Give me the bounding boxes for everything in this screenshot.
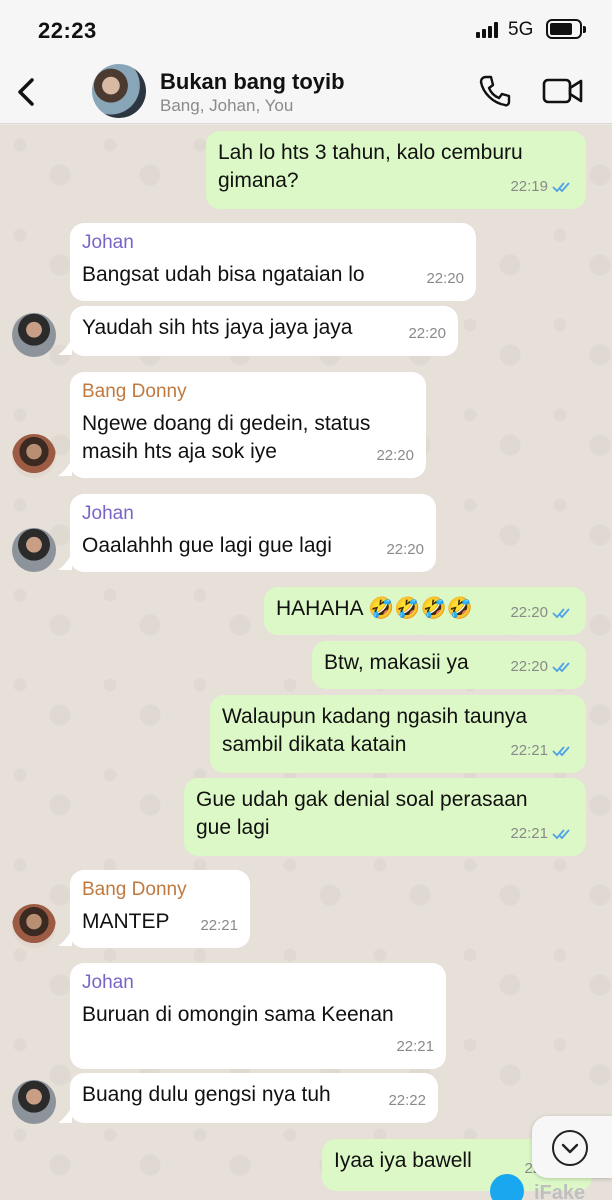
message-time: 22:21 [396, 1038, 434, 1055]
chevron-down-icon [552, 1130, 588, 1166]
watermark-text: iFake [534, 1182, 586, 1200]
chat-members[interactable]: Bang, Johan, You [160, 96, 293, 116]
message-text: Buruan di omongin sama Keenan [82, 1003, 394, 1026]
battery-icon [546, 19, 586, 39]
sender-name: Johan [82, 972, 134, 993]
message-meta: 22:21 [510, 820, 574, 848]
message-text: Ngewe doang di gedein, status masih hts … [82, 412, 371, 463]
message-meta: 22:20 [386, 536, 424, 564]
read-ticks-icon [552, 182, 570, 193]
message-time: 22:20 [510, 658, 548, 675]
scroll-to-bottom-button[interactable] [532, 1116, 612, 1178]
watermark: iFake [486, 1170, 612, 1200]
group-avatar[interactable] [92, 64, 146, 118]
read-ticks-icon [552, 829, 570, 840]
message-outgoing[interactable]: Lah lo hts 3 tahun, kalo cemburu gimana?… [206, 131, 586, 209]
message-meta: 22:22 [388, 1087, 426, 1115]
message-list[interactable]: Lah lo hts 3 tahun, kalo cemburu gimana?… [0, 125, 612, 1200]
message-time: 22:20 [510, 604, 548, 621]
message-text: Buang dulu gengsi nya tuh [82, 1083, 331, 1106]
message-incoming[interactable]: Johan Bangsat udah bisa ngataian lo 22:2… [70, 223, 476, 301]
sender-name: Bang Donny [82, 879, 187, 900]
message-meta: 22:21 [396, 1033, 434, 1061]
message-time: 22:21 [200, 917, 238, 934]
sender-name: Johan [82, 232, 134, 253]
chat-header: Bukan bang toyib Bang, Johan, You [0, 60, 612, 124]
message-time: 22:20 [376, 447, 414, 464]
sender-name: Johan [82, 503, 134, 524]
message-time: 22:21 [510, 742, 548, 759]
message-meta: 22:21 [200, 912, 238, 940]
message-time: 22:20 [408, 325, 446, 342]
avatar[interactable] [12, 904, 56, 948]
message-meta: 22:20 [376, 442, 414, 470]
message-outgoing[interactable]: Gue udah gak denial soal perasaan gue la… [184, 778, 586, 856]
watermark-logo-icon [490, 1174, 524, 1200]
message-incoming[interactable]: Buang dulu gengsi nya tuh 22:22 [70, 1073, 438, 1123]
message-meta: 22:20 [510, 599, 574, 627]
message-meta: 22:19 [510, 173, 574, 201]
message-meta: 22:21 [510, 737, 574, 765]
message-text: Oaalahhh gue lagi gue lagi [82, 534, 332, 557]
voice-call-button[interactable] [478, 74, 512, 108]
avatar[interactable] [12, 1080, 56, 1124]
message-incoming[interactable]: Bang Donny MANTEP 22:21 [70, 870, 250, 948]
message-time: 22:21 [510, 825, 548, 842]
chevron-left-icon [18, 78, 34, 106]
back-button[interactable] [12, 72, 42, 112]
sender-name: Bang Donny [82, 381, 187, 402]
message-outgoing[interactable]: Walaupun kadang ngasih taunya sambil dik… [210, 695, 586, 773]
message-incoming[interactable]: Yaudah sih hts jaya jaya jaya 22:20 [70, 306, 458, 356]
message-meta: 22:20 [510, 653, 574, 681]
message-time: 22:19 [510, 178, 548, 195]
chat-title[interactable]: Bukan bang toyib [160, 69, 345, 95]
message-incoming[interactable]: Johan Oaalahhh gue lagi gue lagi 22:20 [70, 494, 436, 572]
status-bar: 22:23 5G [0, 0, 612, 60]
network-type: 5G [508, 19, 534, 40]
avatar[interactable] [12, 313, 56, 357]
message-incoming[interactable]: Bang Donny Ngewe doang di gedein, status… [70, 372, 426, 478]
status-time: 22:23 [38, 18, 97, 43]
message-outgoing[interactable]: Btw, makasii ya 22:20 [312, 641, 586, 689]
signal-icon [476, 22, 502, 38]
message-time: 22:20 [426, 270, 464, 287]
message-text: Bangsat udah bisa ngataian lo [82, 263, 365, 286]
message-outgoing[interactable]: HAHAHA 🤣🤣🤣🤣 22:20 [264, 587, 586, 635]
message-incoming[interactable]: Johan Buruan di omongin sama Keenan 22:2… [70, 963, 446, 1069]
video-call-button[interactable] [542, 76, 584, 106]
message-meta: 22:20 [408, 320, 446, 348]
message-time: 22:20 [386, 541, 424, 558]
avatar[interactable] [12, 434, 56, 478]
message-meta: 22:20 [426, 265, 464, 293]
message-text: Yaudah sih hts jaya jaya jaya [82, 316, 353, 339]
read-ticks-icon [552, 662, 570, 673]
read-ticks-icon [552, 746, 570, 757]
read-ticks-icon [552, 608, 570, 619]
avatar[interactable] [12, 528, 56, 572]
phone-icon [479, 75, 511, 107]
video-camera-icon [542, 78, 583, 104]
message-time: 22:22 [388, 1092, 426, 1109]
